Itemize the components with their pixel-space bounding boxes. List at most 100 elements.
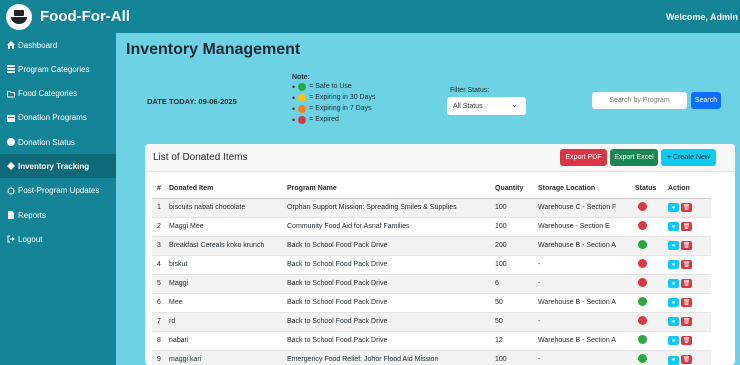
sidebar-item-label: Inventory Tracking (18, 161, 90, 171)
program-name-cell: Back to School Food Pack Drive (284, 292, 492, 312)
quantity-cell: 100 (492, 254, 535, 274)
sidebar-item-label: Post-Program Updates (18, 186, 100, 196)
logo[interactable] (6, 3, 32, 30)
delete-icon[interactable]: 🗑 (681, 240, 692, 250)
search-input[interactable]: Search by Program (592, 92, 687, 109)
status-cell (632, 235, 665, 255)
green-dot-icon (298, 82, 307, 91)
sidebar-item-label: Reports (18, 210, 47, 220)
donated-item-cell: biscuits nabati chocolate (166, 197, 284, 217)
sidebar-item-program-categories[interactable]: Program Categories (0, 57, 116, 81)
export-pdf-button[interactable]: Export PDF (560, 149, 607, 166)
program-name-cell: Back to School Food Pack Drive (284, 330, 492, 350)
action-cell: ● 🗑 (665, 254, 711, 274)
status-cell (632, 311, 665, 331)
sidebar-item-label: Food Categories (18, 89, 78, 99)
view-icon[interactable]: ● (668, 241, 679, 251)
red-dot-icon (298, 115, 307, 124)
program-name-cell: Back to School Food Pack Drive (284, 254, 492, 274)
delete-icon[interactable]: 🗑 (681, 259, 692, 269)
calendar-icon (7, 114, 15, 122)
logout-icon (7, 235, 15, 243)
filter-status-select[interactable]: All Status ⌄ (447, 97, 526, 115)
action-cell: ● 🗑 (665, 216, 711, 236)
status-cell (632, 197, 665, 217)
donated-item-cell: maggi kari (166, 349, 284, 365)
legend-label: = Expired (309, 116, 339, 123)
action-cell: ● 🗑 (665, 311, 711, 331)
status-cell (632, 330, 665, 350)
status-dot-icon (638, 202, 647, 211)
sidebar: Dashboard Program Categories Food Catego… (0, 33, 116, 365)
status-dot-icon (638, 316, 647, 325)
brand-name[interactable]: Food-For-All (40, 8, 130, 25)
action-cell: ● 🗑 (665, 273, 711, 293)
delete-icon[interactable]: 🗑 (681, 297, 692, 307)
view-icon[interactable]: ● (668, 336, 679, 346)
column-header: Donated Item (166, 180, 284, 199)
row-number: 5 (152, 273, 166, 293)
row-number: 1 (152, 197, 166, 217)
sidebar-item-logout[interactable]: Logout (0, 227, 116, 251)
status-dot-icon (638, 354, 647, 364)
view-icon[interactable]: ● (668, 279, 679, 289)
card-header: List of Donated Items Export PDF Export … (145, 144, 735, 172)
delete-icon[interactable]: 🗑 (681, 355, 692, 364)
quantity-cell: 50 (492, 292, 535, 312)
program-name-cell: Orphan Support Mission: Spreading Smiles… (284, 197, 492, 217)
search-button[interactable]: Search (691, 92, 721, 109)
view-icon[interactable]: ● (668, 317, 679, 327)
create-new-button[interactable]: + Create New (661, 149, 716, 166)
table-row: 5 Maggi Back to School Food Pack Drive 6- ● 🗑 (152, 273, 711, 293)
sidebar-item-food-categories[interactable]: Food Categories (0, 82, 116, 106)
sidebar-item-inventory-tracking[interactable]: Inventory Tracking (0, 154, 116, 179)
donated-items-card: List of Donated Items Export PDF Export … (145, 144, 735, 365)
storage-location-cell: Warehouse B - Section A (535, 235, 632, 255)
delete-icon[interactable]: 🗑 (681, 335, 692, 345)
sidebar-item-donation-programs[interactable]: Donation Programs (0, 106, 116, 130)
filter-status-value: All Status (453, 102, 483, 110)
quantity-cell: 50 (492, 311, 535, 331)
table-row: 6 Mee Back to School Food Pack Drive 50 Ware… (152, 292, 711, 312)
program-name-cell: Back to School Food Pack Drive (284, 235, 492, 255)
sidebar-item-post-program-updates[interactable]: Post-Program Updates (0, 179, 116, 203)
view-icon[interactable]: ● (668, 203, 679, 213)
legend-item: • = Expiring in 7 Days (292, 103, 372, 114)
view-icon[interactable]: ● (668, 222, 679, 232)
quantity-cell: 100 (492, 349, 535, 365)
program-name-cell: Back to School Food Pack Drive (284, 311, 492, 331)
view-icon[interactable]: ● (668, 298, 679, 308)
status-legend: Note: • = Safe to Use • = Expiring in 30… (292, 74, 376, 125)
delete-icon[interactable]: 🗑 (681, 316, 692, 326)
status-cell (632, 349, 665, 365)
status-dot-icon (638, 240, 647, 249)
view-icon[interactable]: ● (668, 260, 679, 270)
donated-item-cell: rd (166, 311, 284, 331)
sidebar-item-donation-status[interactable]: Donation Status (0, 130, 116, 154)
status-dot-icon (638, 259, 647, 268)
export-excel-button[interactable]: Export Excel (610, 149, 658, 166)
orange-dot-icon (298, 104, 307, 113)
legend-item: • = Safe to Use (292, 81, 352, 92)
row-number: 4 (152, 254, 166, 274)
sidebar-item-reports[interactable]: Reports (0, 203, 116, 227)
folder-icon (7, 90, 15, 98)
delete-icon[interactable]: 🗑 (681, 221, 692, 231)
quantity-cell: 12 (492, 330, 535, 350)
table-row: 4 biskut Back to School Food Pack Drive 100… (152, 254, 711, 274)
delete-icon[interactable]: 🗑 (681, 202, 692, 212)
table-row: 1 biscuits nabati chocolate Orphan Support… (152, 197, 711, 217)
welcome-text: Welcome, Admin (665, 11, 738, 22)
sidebar-item-label: Donation Status (18, 137, 75, 147)
sidebar-item-dashboard[interactable]: Dashboard (0, 33, 116, 57)
delete-icon[interactable]: 🗑 (681, 278, 692, 288)
program-name-cell: Back to School Food Pack Drive (284, 273, 492, 293)
inventory-icon (7, 162, 15, 171)
sidebar-item-label: Donation Programs (18, 113, 87, 123)
sidebar-item-label: Logout (18, 234, 43, 244)
status-cell (632, 273, 665, 293)
program-name-cell: Community Food Aid for Asnaf Families (284, 216, 492, 236)
action-cell: ● 🗑 (665, 349, 711, 365)
table-row: 2 Maggi Mee Community Food Aid for Asnaf F… (152, 216, 711, 236)
view-icon[interactable]: ● (668, 355, 679, 365)
